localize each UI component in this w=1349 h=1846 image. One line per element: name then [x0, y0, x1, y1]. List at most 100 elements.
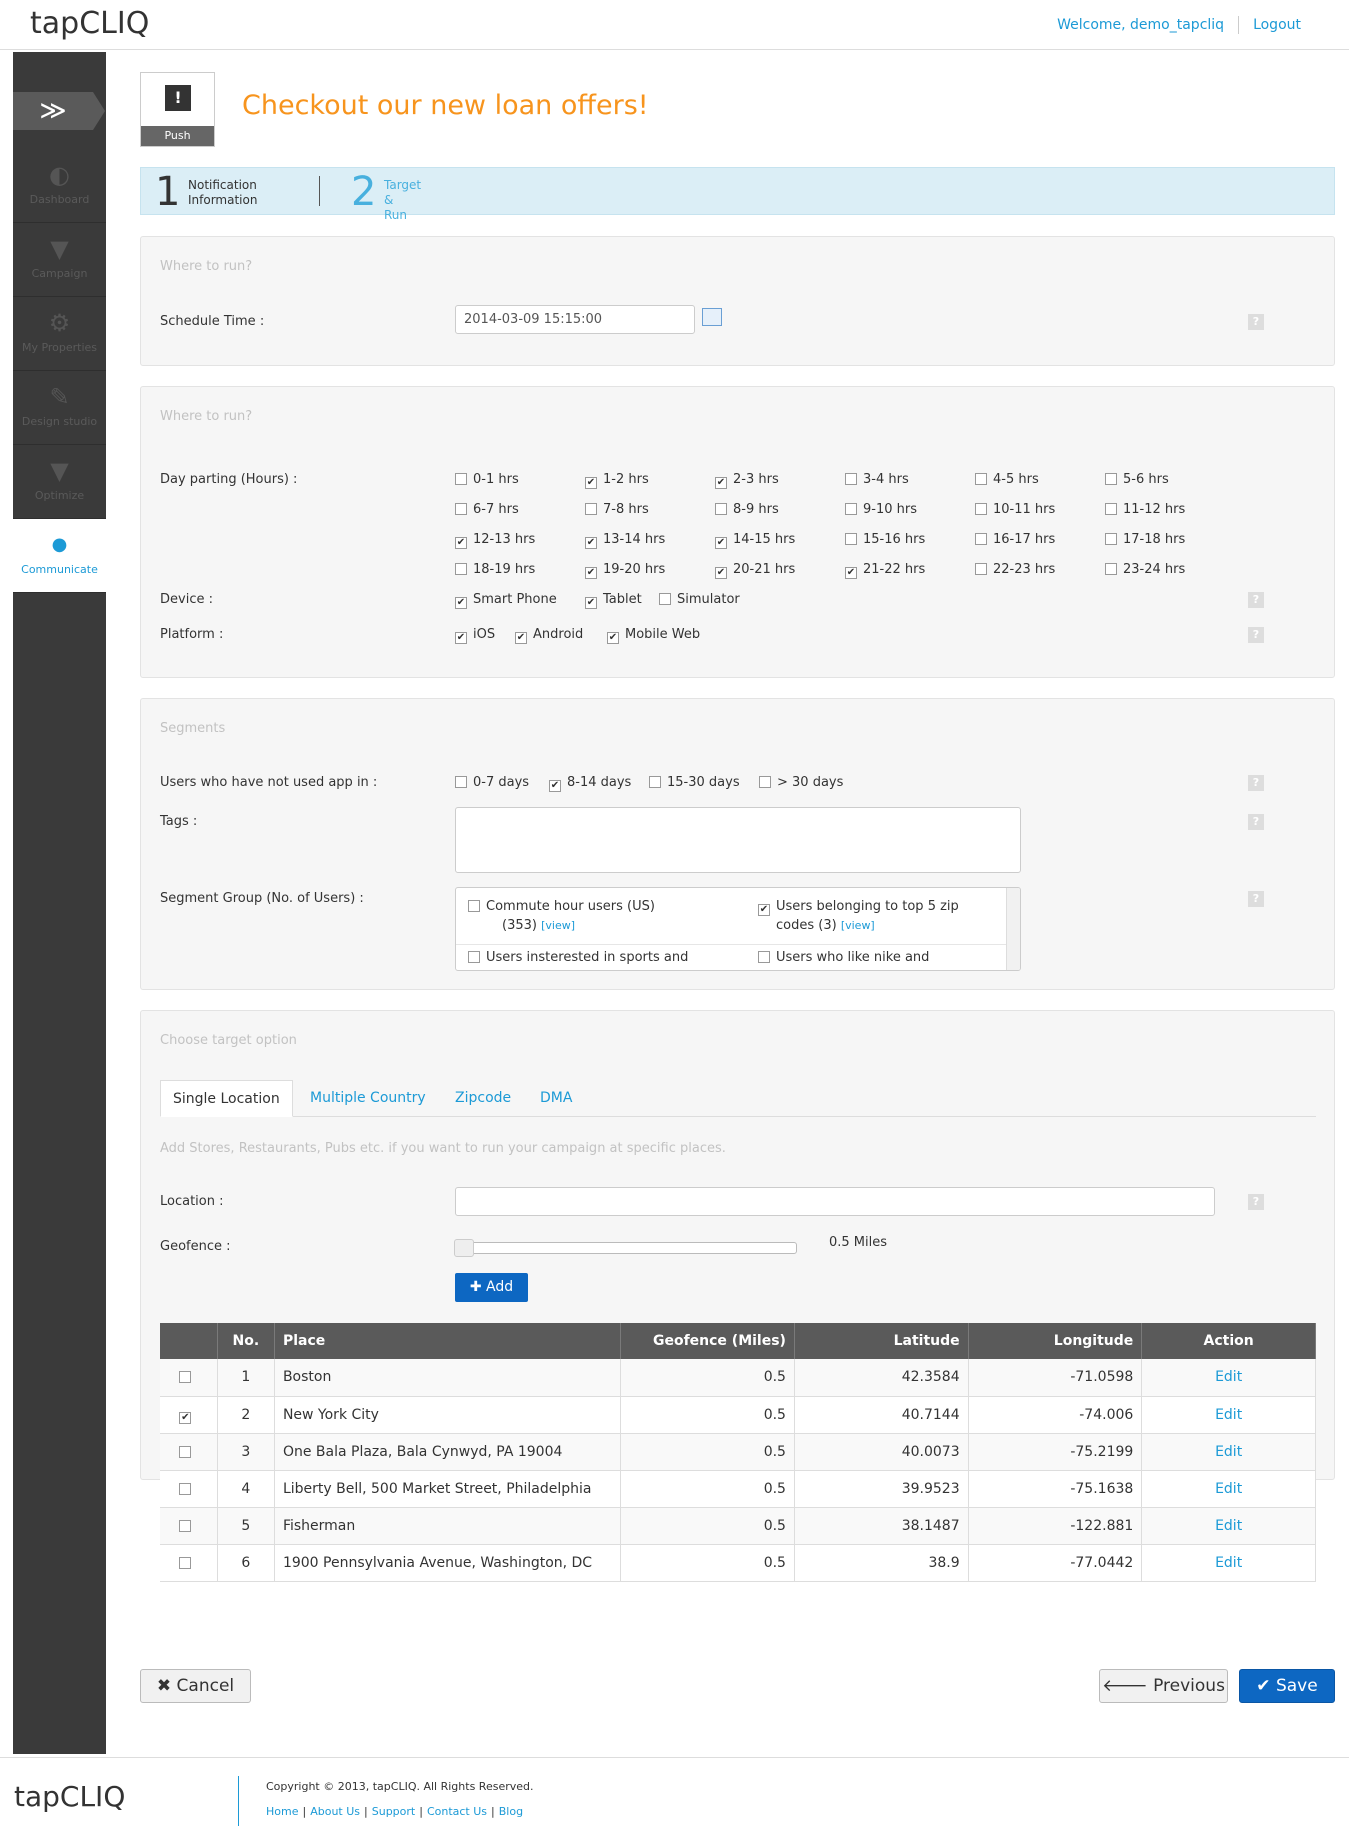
tab-dma[interactable]: DMA: [540, 1080, 572, 1117]
geofence-slider[interactable]: [454, 1239, 797, 1257]
row-checkbox[interactable]: [160, 1396, 218, 1434]
slider-handle[interactable]: [454, 1239, 474, 1257]
sidebar-item-campaign[interactable]: ▼ Campaign: [13, 223, 106, 297]
row-checkbox[interactable]: [160, 1507, 218, 1545]
gear-icon: ⚙: [48, 309, 71, 337]
tab-single-location[interactable]: Single Location: [160, 1080, 293, 1117]
footer-link-blog[interactable]: Blog: [499, 1805, 523, 1818]
sidebar-toggle-button[interactable]: ≫: [13, 92, 105, 130]
edit-link[interactable]: Edit: [1141, 1507, 1316, 1545]
target-tabs: Single Location Multiple Country Zipcode…: [160, 1080, 1316, 1117]
footer-link-support[interactable]: Support: [372, 1805, 415, 1818]
unused-15-30-days-checkbox[interactable]: 15-30 days: [649, 775, 740, 790]
footer-link-about[interactable]: About Us: [310, 1805, 360, 1818]
hour-checkbox[interactable]: 2-3 hrs: [715, 472, 779, 489]
help-icon[interactable]: ?: [1248, 891, 1264, 907]
hour-checkbox[interactable]: 9-10 hrs: [845, 502, 917, 517]
edit-link[interactable]: Edit: [1141, 1544, 1316, 1582]
sidebar-item-communicate[interactable]: ● Communicate: [13, 519, 106, 593]
help-icon[interactable]: ?: [1248, 775, 1264, 791]
unused-0-7-days-checkbox[interactable]: 0-7 days: [455, 775, 529, 790]
hour-checkbox[interactable]: 21-22 hrs: [845, 562, 925, 579]
hour-checkbox[interactable]: 19-20 hrs: [585, 562, 665, 579]
segment-group-list[interactable]: Commute hour users (US)(353) [view] User…: [455, 887, 1021, 971]
hour-checkbox[interactable]: 5-6 hrs: [1105, 472, 1169, 487]
hour-checkbox[interactable]: 7-8 hrs: [585, 502, 649, 517]
sidebar-item-optimize[interactable]: ▼ Optimize: [13, 445, 106, 519]
locations-table: No. Place Geofence (Miles) Latitude Long…: [160, 1323, 1316, 1582]
segment-top-5-zip[interactable]: Users belonging to top 5 zipcodes (3) [v…: [758, 897, 959, 935]
table-row: 1 Boston 0.5 42.3584 -71.0598 Edit: [160, 1359, 1316, 1397]
edit-link[interactable]: Edit: [1141, 1359, 1316, 1397]
table-row: 4 Liberty Bell, 500 Market Street, Philad…: [160, 1470, 1316, 1508]
hour-checkbox[interactable]: 16-17 hrs: [975, 532, 1055, 547]
sidebar-item-design-studio[interactable]: ✎ Design studio: [13, 371, 106, 445]
platform-android-checkbox[interactable]: Android: [515, 627, 583, 644]
row-checkbox[interactable]: [160, 1433, 218, 1471]
hour-checkbox[interactable]: 11-12 hrs: [1105, 502, 1185, 517]
footer-logo: tapCLIQ: [14, 1780, 126, 1813]
help-icon[interactable]: ?: [1248, 814, 1264, 830]
unused-over-30-days-checkbox[interactable]: > 30 days: [759, 775, 843, 790]
hour-checkbox[interactable]: 12-13 hrs: [455, 532, 535, 549]
previous-button[interactable]: 🡐 Previous: [1099, 1669, 1228, 1703]
tab-zipcode[interactable]: Zipcode: [455, 1080, 511, 1117]
edit-link[interactable]: Edit: [1141, 1433, 1316, 1471]
segment-nike[interactable]: Users who like nike and: [758, 948, 929, 967]
hour-checkbox[interactable]: 13-14 hrs: [585, 532, 665, 549]
hour-checkbox[interactable]: 20-21 hrs: [715, 562, 795, 579]
hour-checkbox[interactable]: 4-5 hrs: [975, 472, 1039, 487]
segment-commute-hour[interactable]: Commute hour users (US) (353) [view]: [468, 897, 655, 935]
add-location-button[interactable]: ✚ Add: [455, 1273, 528, 1302]
schedule-time-input[interactable]: 2014-03-09 15:15:00: [455, 305, 695, 334]
cancel-button[interactable]: ✖ Cancel: [140, 1669, 251, 1703]
help-icon[interactable]: ?: [1248, 627, 1264, 643]
logout-link[interactable]: Logout: [1253, 17, 1301, 33]
help-icon[interactable]: ?: [1248, 592, 1264, 608]
save-button[interactable]: ✔ Save: [1239, 1669, 1335, 1703]
hour-checkbox[interactable]: 23-24 hrs: [1105, 562, 1185, 577]
hour-checkbox[interactable]: 17-18 hrs: [1105, 532, 1185, 547]
device-tablet-checkbox[interactable]: Tablet: [585, 592, 642, 609]
sidebar-item-dashboard[interactable]: ◐ Dashboard: [13, 149, 106, 223]
hour-checkbox[interactable]: 6-7 hrs: [455, 502, 519, 517]
sidebar: ≫ ◐ Dashboard ▼ Campaign ⚙ My Properties ✎ D…: [13, 52, 106, 1754]
help-icon[interactable]: ?: [1248, 314, 1264, 330]
hour-checkbox[interactable]: 0-1 hrs: [455, 472, 519, 487]
row-checkbox[interactable]: [160, 1544, 218, 1582]
help-icon[interactable]: ?: [1248, 1194, 1264, 1210]
unused-8-14-days-checkbox[interactable]: 8-14 days: [549, 775, 631, 792]
hour-checkbox[interactable]: 15-16 hrs: [845, 532, 925, 547]
edit-link[interactable]: Edit: [1141, 1396, 1316, 1434]
hour-checkbox[interactable]: 22-23 hrs: [975, 562, 1055, 577]
hour-checkbox[interactable]: 8-9 hrs: [715, 502, 779, 517]
tags-textarea[interactable]: [455, 807, 1021, 873]
funnel-icon: ▼: [50, 457, 69, 485]
device-simulator-checkbox[interactable]: Simulator: [659, 592, 740, 607]
platform-mobile-web-checkbox[interactable]: Mobile Web: [607, 627, 700, 644]
device-smart-phone-checkbox[interactable]: Smart Phone: [455, 592, 557, 609]
row-checkbox[interactable]: [160, 1470, 218, 1508]
where-to-run-panel: Where to run? Day parting (Hours) : Devi…: [140, 386, 1335, 678]
hour-checkbox[interactable]: 10-11 hrs: [975, 502, 1055, 517]
tab-multiple-country[interactable]: Multiple Country: [310, 1080, 426, 1117]
footer-link-contact[interactable]: Contact Us: [427, 1805, 487, 1818]
hour-checkbox[interactable]: 1-2 hrs: [585, 472, 649, 489]
footer-link-home[interactable]: Home: [266, 1805, 298, 1818]
page-title: Checkout our new loan offers!: [242, 90, 649, 121]
hour-checkbox[interactable]: 18-19 hrs: [455, 562, 535, 577]
platform-ios-checkbox[interactable]: iOS: [455, 627, 495, 644]
logo: tapCLIQ: [30, 6, 150, 41]
row-checkbox[interactable]: [160, 1359, 218, 1397]
sidebar-item-my-properties[interactable]: ⚙ My Properties: [13, 297, 106, 371]
hour-checkbox[interactable]: 3-4 hrs: [845, 472, 909, 487]
check-icon: ✔: [1256, 1676, 1271, 1696]
segment-list-scrollbar[interactable]: [1006, 888, 1020, 970]
calendar-icon[interactable]: [702, 308, 722, 326]
edit-link[interactable]: Edit: [1141, 1470, 1316, 1508]
segment-sports[interactable]: Users insterested in sports and: [468, 948, 688, 967]
welcome-link[interactable]: Welcome, demo_tapcliq: [1057, 17, 1224, 33]
location-input[interactable]: [455, 1187, 1215, 1216]
top-header: tapCLIQ Welcome, demo_tapcliq Logout: [0, 0, 1349, 50]
hour-checkbox[interactable]: 14-15 hrs: [715, 532, 795, 549]
